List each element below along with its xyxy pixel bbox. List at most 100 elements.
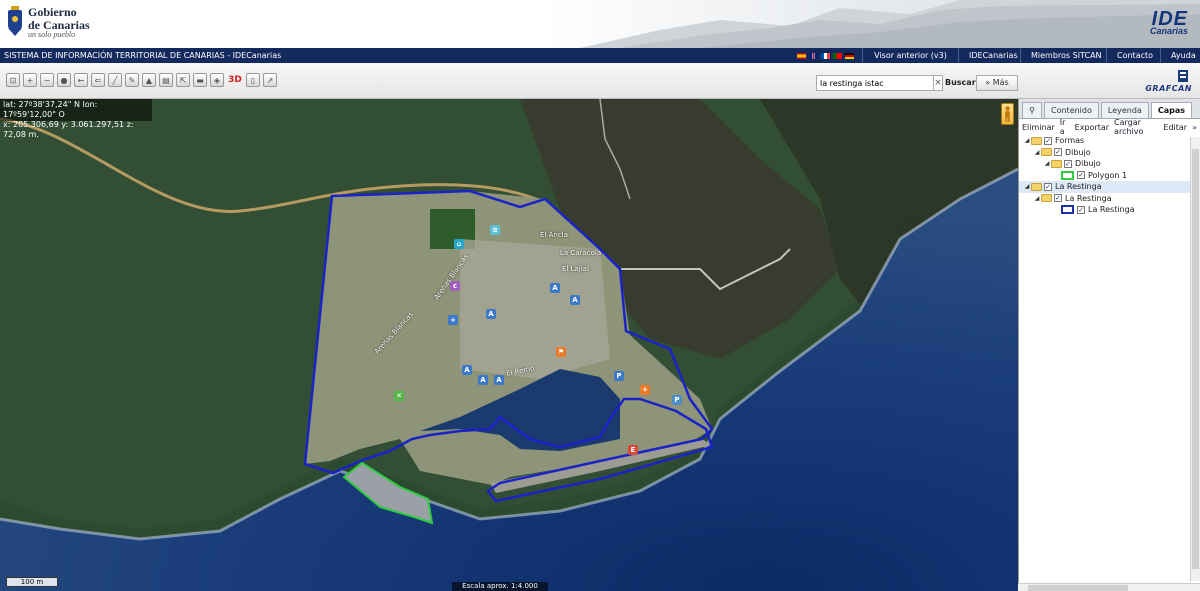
nav-contacto[interactable]: Contacto — [1106, 48, 1160, 63]
profile-icon[interactable]: ▲ — [142, 73, 156, 87]
layer-checkbox[interactable]: ✓ — [1077, 171, 1085, 180]
more-options-button[interactable]: » Más — [976, 75, 1018, 91]
tree-node-label: La Restinga — [1065, 193, 1112, 203]
map-poi-icon[interactable]: + — [448, 315, 458, 325]
map-poi-icon[interactable]: A — [494, 375, 504, 385]
boundary-swatch-icon — [1061, 205, 1074, 215]
grafcan-logo[interactable]: GRAFCAN — [1145, 70, 1196, 96]
panel-vertical-scrollbar[interactable] — [1190, 137, 1200, 581]
nav-miembros-sitcan[interactable]: Miembros SITCAN — [1020, 48, 1106, 63]
forward-arrow-icon[interactable]: ⇐ — [91, 73, 105, 87]
fr-flag-icon[interactable] — [821, 52, 830, 59]
tree-node-label: Formas — [1055, 136, 1085, 146]
tree-node[interactable]: ◢ ✓ Dibujo — [1019, 158, 1193, 170]
action-editar[interactable]: Editar — [1163, 123, 1187, 132]
zoom-in-icon[interactable]: + — [23, 73, 37, 87]
map-poi-icon[interactable]: A — [486, 309, 496, 319]
action-cargar-archivo[interactable]: Cargar archivo — [1114, 118, 1158, 136]
search-input[interactable] — [816, 75, 934, 91]
tree-node[interactable]: ✓ Polygon 1 — [1019, 170, 1193, 182]
measure-icon[interactable]: ╱ — [108, 73, 122, 87]
print-icon[interactable]: ▤ — [159, 73, 173, 87]
zoom-extent-icon[interactable]: ⊡ — [6, 73, 20, 87]
map-poi-icon[interactable]: ✕ — [394, 391, 404, 401]
tab-contenido[interactable]: Contenido — [1044, 102, 1099, 118]
tree-node[interactable]: ✓ La Restinga — [1019, 204, 1193, 216]
layer-checkbox[interactable]: ✓ — [1044, 182, 1052, 191]
es-flag-icon[interactable] — [797, 52, 806, 59]
map-poi-icon[interactable]: ⌂ — [454, 239, 464, 249]
search-button[interactable]: Buscar — [945, 75, 976, 91]
expand-triangle-icon[interactable]: ◢ — [1033, 195, 1041, 202]
tree-node[interactable]: ◢ ✓ Formas — [1019, 135, 1193, 147]
action-exportar[interactable]: Exportar — [1075, 123, 1109, 132]
layer-checkbox[interactable]: ✓ — [1077, 205, 1085, 214]
map-poi-icon[interactable]: A — [462, 365, 472, 375]
person-icon — [1005, 106, 1010, 122]
export-icon[interactable]: ⇱ — [176, 73, 190, 87]
chevron-down-icon: » — [985, 78, 991, 87]
action-eliminar[interactable]: Eliminar — [1022, 123, 1055, 132]
expand-triangle-icon[interactable]: ◢ — [1023, 137, 1031, 144]
tree-node[interactable]: ◢ ✓ Dibujo — [1019, 147, 1193, 159]
nav-visor-anterior[interactable]: Visor anterior (v3) — [862, 48, 958, 63]
zoom-out-icon[interactable]: − — [40, 73, 54, 87]
tree-node-label: La Restinga — [1055, 182, 1102, 192]
share-icon[interactable]: ↗ — [263, 73, 277, 87]
street-view-pegman-icon[interactable] — [1001, 103, 1014, 125]
expand-triangle-icon[interactable]: ◢ — [1043, 160, 1051, 167]
pt-flag-icon[interactable] — [833, 52, 842, 59]
map-poi-icon[interactable]: P — [614, 371, 624, 381]
map-poi-icon[interactable]: A — [570, 295, 580, 305]
grafcan-text: GRAFCAN — [1145, 84, 1192, 93]
layer-checkbox[interactable]: ✓ — [1044, 136, 1052, 145]
draw-pencil-icon[interactable]: ✎ — [125, 73, 139, 87]
map-poi-icon[interactable]: ⚑ — [556, 347, 566, 357]
collapse-panel-icon[interactable]: » — [1192, 123, 1197, 132]
folder-icon — [1051, 159, 1062, 168]
tab-search[interactable]: ⚲ — [1022, 102, 1042, 118]
action-ir-a[interactable]: Ir a — [1060, 118, 1070, 136]
scale-text: Escala aprox. 1:4.000 — [452, 582, 548, 591]
panel-horizontal-scrollbar[interactable] — [1018, 583, 1200, 591]
ide-canarias-logo[interactable]: IDE Canarias — [1150, 8, 1188, 36]
nav-ayuda[interactable]: Ayuda — [1160, 48, 1200, 63]
system-title: SISTEMA DE INFORMACIÓN TERRITORIAL DE CA… — [4, 51, 282, 60]
map-poi-icon[interactable]: ≋ — [490, 225, 500, 235]
expand-triangle-icon[interactable]: ◢ — [1023, 183, 1031, 190]
3d-view-button[interactable]: 3D — [227, 73, 243, 87]
scrollbar-thumb[interactable] — [1192, 149, 1199, 569]
compare-icon[interactable]: ▬ — [193, 73, 207, 87]
map-poi-icon[interactable]: ✈ — [640, 385, 650, 395]
top-navbar: SISTEMA DE INFORMACIÓN TERRITORIAL DE CA… — [0, 48, 1200, 63]
search-clear-button[interactable]: × — [934, 75, 943, 91]
tab-capas[interactable]: Capas — [1150, 102, 1192, 118]
back-arrow-icon[interactable]: ← — [74, 73, 88, 87]
header-mountain-image — [580, 0, 1200, 48]
layer-checkbox[interactable]: ✓ — [1054, 148, 1062, 157]
nav-idecanarias[interactable]: IDECanarias — [958, 48, 1020, 63]
street-label: La Caracola — [560, 249, 602, 257]
tree-node[interactable]: ◢ ✓ La Restinga — [1019, 193, 1193, 205]
map-canvas[interactable]: ⌂ ≋ c + A A A A A A ⚑ P ✈ P E ✕ El Ancla… — [0, 99, 1018, 591]
split-view-icon[interactable]: ▯ — [246, 73, 260, 87]
layer-tree: ◢ ✓ Formas ◢ ✓ Dibujo ◢ ✓ Dibujo ✓ Polyg… — [1019, 135, 1193, 216]
layer-actions: Eliminar Ir a Exportar Cargar archivo Ed… — [1019, 118, 1200, 136]
scrollbar-thumb[interactable] — [1028, 585, 1128, 591]
map-poi-icon[interactable]: P — [672, 395, 682, 405]
globe-icon[interactable]: ● — [57, 73, 71, 87]
map-poi-icon[interactable]: A — [478, 375, 488, 385]
de-flag-icon[interactable] — [845, 52, 854, 59]
layer-checkbox[interactable]: ✓ — [1054, 194, 1062, 203]
layer-checkbox[interactable]: ✓ — [1064, 159, 1072, 168]
map-toolbar: ⊡ + − ● ← ⇐ ╱ ✎ ▲ ▤ ⇱ ▬ ◈ 3D ▯ ↗ — [0, 63, 1200, 99]
expand-triangle-icon[interactable]: ◢ — [1033, 149, 1041, 156]
map-poi-icon[interactable]: A — [550, 283, 560, 293]
map-poi-icon[interactable]: E — [628, 445, 638, 455]
tab-leyenda[interactable]: Leyenda — [1100, 102, 1149, 118]
tree-node[interactable]: ◢ ✓ La Restinga — [1019, 181, 1193, 193]
en-flag-icon[interactable] — [809, 52, 818, 59]
gobierno-canarias-logo[interactable]: Gobierno de Canarias un solo pueblo — [6, 6, 90, 40]
tree-node-label: Polygon 1 — [1088, 170, 1128, 180]
layers-icon[interactable]: ◈ — [210, 73, 224, 87]
